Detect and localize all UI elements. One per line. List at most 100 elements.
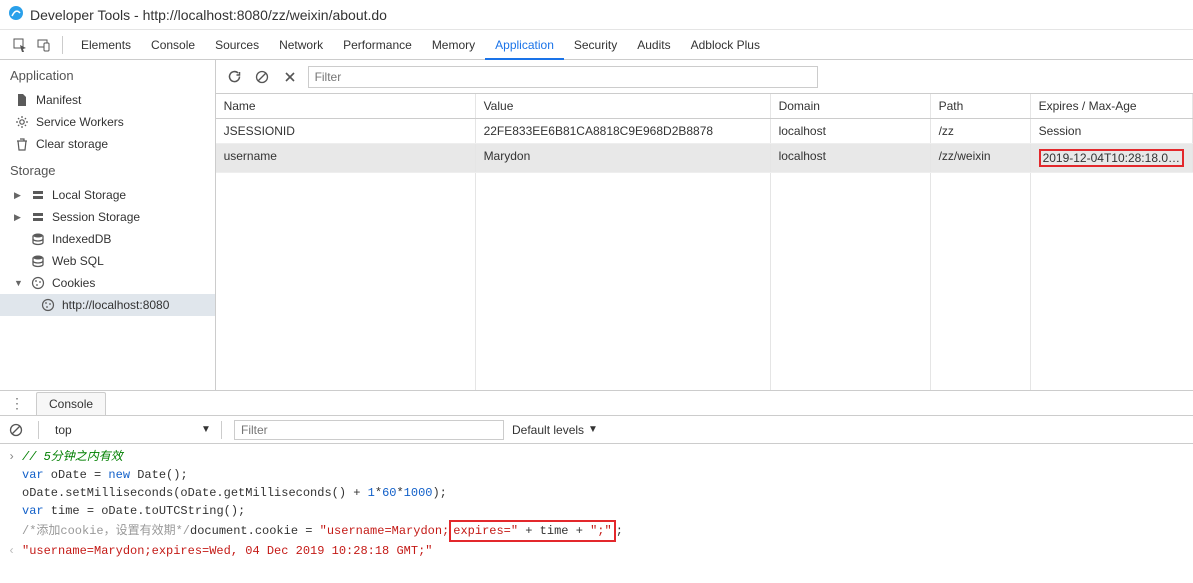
code-text: oDate = [44,468,109,482]
td-domain: localhost [771,119,931,143]
table-empty-area [216,173,1193,390]
gear-icon [14,114,30,130]
context-selector[interactable]: top ▼ [51,423,209,437]
sidebar-item-web-sql[interactable]: Web SQL [0,250,215,272]
table-row[interactable]: JSESSIONID22FE833EE6B81CA8818C9E968D2B88… [216,119,1193,144]
sidebar-label: Local Storage [52,188,126,202]
app-icon [8,5,30,24]
cookie-icon [40,297,56,313]
sidebar-label: Session Storage [52,210,140,224]
window-title: Developer Tools - http://localhost:8080/… [30,7,387,23]
sidebar-application-title: Application [0,60,215,89]
cookies-filter-input[interactable] [308,66,818,88]
tab-audits[interactable]: Audits [627,30,680,60]
sidebar-storage-title: Storage [0,155,215,184]
console-toolbar: top ▼ Default levels ▼ [0,416,1193,444]
console-output: › // 5分钟之内有效 var oDate = new Date(); oDa… [0,444,1193,564]
th-name[interactable]: Name [216,94,476,118]
tab-adblock-plus[interactable]: Adblock Plus [681,30,770,60]
th-path[interactable]: Path [931,94,1031,118]
sidebar-label: Manifest [36,93,81,107]
code-number: 1 [368,486,375,500]
sidebar-item-clear-storage[interactable]: Clear storage [0,133,215,155]
sidebar-item-session-storage[interactable]: ▶ Session Storage [0,206,215,228]
console-filter-input[interactable] [234,420,504,440]
storage-icon [30,187,46,203]
sidebar-label: http://localhost:8080 [62,298,169,312]
tab-sources[interactable]: Sources [205,30,269,60]
tab-network[interactable]: Network [269,30,333,60]
sidebar-item-manifest[interactable]: Manifest [0,89,215,111]
td-expires: 2019-12-04T10:28:18.0… [1031,144,1193,172]
levels-label: Default levels [512,423,584,437]
td-value: 22FE833EE6B81CA8818C9E968D2B8878 [476,119,771,143]
td-name: JSESSIONID [216,119,476,143]
code-text: document.cookie = [190,524,320,538]
code-text: ); [432,486,446,500]
code-comment: // 5分钟之内有效 [22,450,123,464]
chevron-down-icon: ▼ [14,278,24,288]
highlight-box: expires=" + time + ";" [449,520,615,542]
tab-elements[interactable]: Elements [71,30,141,60]
highlight-box: 2019-12-04T10:28:18.0… [1039,149,1184,167]
table-row[interactable]: usernameMarydonlocalhost/zz/weixin2019-1… [216,144,1193,173]
code-text: time = oDate.toUTCString(); [44,504,246,518]
application-panel: Application Manifest Service Workers Cle… [0,60,1193,390]
drawer-menu-icon[interactable]: ⋮ [6,395,28,412]
sidebar-item-local-storage[interactable]: ▶ Local Storage [0,184,215,206]
td-domain: localhost [771,144,931,172]
code-keyword: new [108,468,130,482]
chevron-down-icon: ▼ [588,424,596,435]
sidebar-item-service-workers[interactable]: Service Workers [0,111,215,133]
td-path: /zz [931,119,1031,143]
file-icon [14,92,30,108]
tab-console[interactable]: Console [141,30,205,60]
inspect-element-icon[interactable] [10,35,30,55]
drawer-tab-console[interactable]: Console [36,392,106,415]
td-expires: Session [1031,119,1193,143]
code-string: "username=Marydon; [320,524,450,538]
code-number: 1000 [404,486,433,500]
toolbar-separator [62,36,63,54]
tab-application[interactable]: Application [485,30,564,60]
device-toggle-icon[interactable] [34,35,54,55]
sidebar-label: IndexedDB [52,232,111,246]
table-header-row: Name Value Domain Path Expires / Max-Age [216,94,1193,119]
toolbar-separator [38,421,39,439]
code-comment: /*添加cookie，设置有效期*/ [22,524,190,538]
th-domain[interactable]: Domain [771,94,931,118]
console-input-block[interactable]: › // 5分钟之内有效 var oDate = new Date(); oDa… [8,448,1185,542]
sidebar-item-cookies-origin[interactable]: http://localhost:8080 [0,294,215,316]
td-name: username [216,144,476,172]
code-string: expires=" [453,524,518,538]
code-string: ";" [590,524,612,538]
window-titlebar: Developer Tools - http://localhost:8080/… [0,0,1193,30]
sidebar-item-indexeddb[interactable]: IndexedDB [0,228,215,250]
th-value[interactable]: Value [476,94,771,118]
clear-all-icon[interactable] [252,67,272,87]
clear-console-icon[interactable] [6,420,26,440]
cookies-table: Name Value Domain Path Expires / Max-Age… [216,94,1193,390]
td-value: Marydon [476,144,771,172]
sidebar-label: Cookies [52,276,95,290]
sidebar-item-cookies[interactable]: ▼ Cookies [0,272,215,294]
tab-security[interactable]: Security [564,30,627,60]
refresh-icon[interactable] [224,67,244,87]
database-icon [30,231,46,247]
code-text: * [375,486,382,500]
chevron-right-icon: ▶ [14,212,24,223]
application-sidebar: Application Manifest Service Workers Cle… [0,60,216,390]
th-expires[interactable]: Expires / Max-Age [1031,94,1193,118]
cookies-toolbar [216,60,1193,94]
context-label: top [51,423,201,437]
code-text: Date(); [130,468,188,482]
tab-performance[interactable]: Performance [333,30,422,60]
sidebar-label: Service Workers [36,115,124,129]
cookie-icon [30,275,46,291]
code-text: * [396,486,403,500]
log-levels-selector[interactable]: Default levels ▼ [512,423,596,437]
sidebar-label: Web SQL [52,254,104,268]
chevron-down-icon: ▼ [201,424,209,435]
tab-memory[interactable]: Memory [422,30,485,60]
delete-icon[interactable] [280,67,300,87]
